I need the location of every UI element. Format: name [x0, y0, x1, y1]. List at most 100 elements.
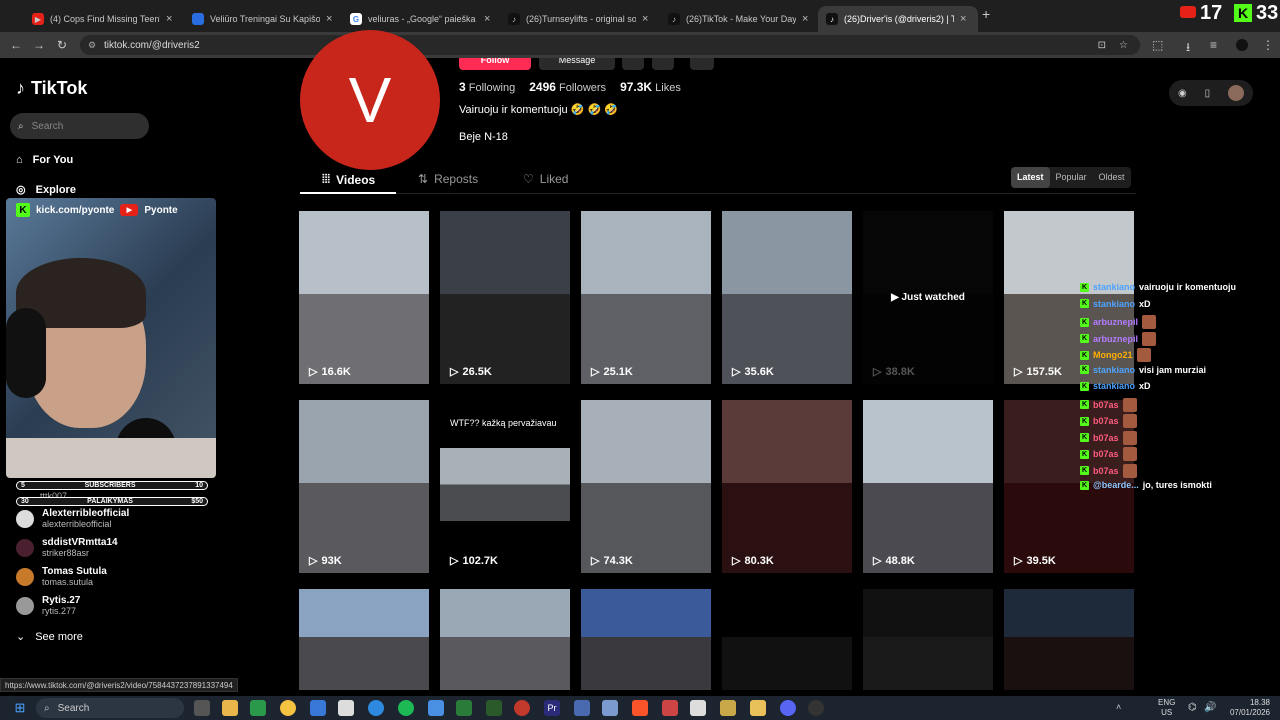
download-icon[interactable]: ⭳	[1186, 38, 1190, 59]
chrome-icon[interactable]	[280, 700, 296, 716]
tab-reposts[interactable]: ⇅ Reposts	[418, 172, 478, 186]
star-icon[interactable]: ☆	[1119, 40, 1128, 51]
close-icon[interactable]: ×	[484, 13, 490, 25]
video-thumbnail[interactable]: ▶ Just watched ▷ 38.8K	[863, 211, 993, 384]
install-icon[interactable]: ⊡	[1098, 40, 1106, 51]
task-view-icon[interactable]	[194, 700, 210, 716]
app-icon[interactable]	[750, 700, 766, 716]
chat-text: xD	[1139, 381, 1151, 391]
edge-icon[interactable]	[368, 700, 384, 716]
extensions-icon[interactable]: ⬚	[1152, 38, 1163, 52]
back-icon[interactable]: ←	[10, 38, 22, 52]
new-tab-button[interactable]: +	[982, 6, 990, 22]
app-icon[interactable]	[602, 700, 618, 716]
clock-time: 18.38	[1249, 698, 1270, 707]
following-account[interactable]: Rytis.27 rytis.277	[16, 595, 80, 616]
following-stat[interactable]: 3 Following	[459, 80, 515, 94]
tiktok-logo[interactable]: ♪ TikTok	[16, 78, 87, 99]
video-thumbnail[interactable]	[299, 589, 429, 690]
language-indicator[interactable]: ENG US	[1158, 698, 1175, 718]
profile-icon[interactable]	[1236, 39, 1248, 51]
video-thumbnail[interactable]: ▷ 93K	[299, 400, 429, 573]
device-icon[interactable]: ▯	[1205, 88, 1211, 99]
close-icon[interactable]: ×	[326, 13, 332, 25]
nav-explore[interactable]: ◎ Explore	[16, 183, 76, 197]
video-thumbnail[interactable]	[440, 589, 570, 690]
app-icon[interactable]	[690, 700, 706, 716]
video-thumbnail[interactable]: ▷ 74.3K	[581, 400, 711, 573]
reload-icon[interactable]: ↻	[57, 38, 67, 52]
sort-oldest[interactable]: Oldest	[1093, 167, 1131, 188]
store-icon[interactable]	[250, 700, 266, 716]
app-icon[interactable]	[338, 700, 354, 716]
brave-icon[interactable]	[632, 700, 648, 716]
video-thumbnail[interactable]: ▷ 48.8K	[863, 400, 993, 573]
tab-title: (4) Cops Find Missing Teen's Bo	[50, 14, 160, 24]
obs-icon[interactable]	[808, 700, 824, 716]
share-button[interactable]	[652, 58, 674, 70]
message-button[interactable]: Message	[539, 58, 615, 70]
app-icon[interactable]	[428, 700, 444, 716]
sort-latest[interactable]: Latest	[1011, 167, 1050, 188]
premiere-icon[interactable]: Pr	[544, 700, 560, 716]
windows-start-icon[interactable]: ⊞	[12, 700, 28, 716]
video-thumbnail[interactable]	[722, 589, 852, 690]
nav-label: For You	[32, 154, 74, 166]
close-icon[interactable]: ×	[960, 13, 966, 25]
video-thumbnail[interactable]: ▷ 26.5K	[440, 211, 570, 384]
followers-stat[interactable]: 2496 Followers	[529, 80, 606, 94]
search-input[interactable]: ⌕ Search	[10, 113, 149, 139]
app-icon[interactable]	[662, 700, 678, 716]
video-thumbnail[interactable]: ▷ 80.3K	[722, 400, 852, 573]
video-thumbnail[interactable]: ▷ 35.6K	[722, 211, 852, 384]
video-thumbnail[interactable]: WTF?? kažką pervažiavau ▷ 102.7K	[440, 400, 570, 573]
tab-label: Videos	[336, 172, 376, 187]
following-account[interactable]: Alexterribleofficial alexterribleofficial	[16, 508, 129, 529]
video-thumbnail[interactable]	[863, 589, 993, 690]
close-icon[interactable]: ×	[802, 13, 808, 25]
clock[interactable]: 18.38 07/01/2026	[1226, 698, 1270, 718]
follow-button[interactable]: Follow	[459, 58, 531, 70]
user-avatar[interactable]	[1228, 85, 1245, 101]
app-icon[interactable]	[720, 700, 736, 716]
browser-tab[interactable]: ▶ (4) Cops Find Missing Teen's Bo ×	[24, 6, 184, 32]
file-explorer-icon[interactable]	[222, 700, 238, 716]
forward-icon[interactable]: →	[33, 38, 45, 52]
video-thumbnail[interactable]: ▷ 25.1K	[581, 211, 711, 384]
close-icon[interactable]: ×	[166, 13, 172, 25]
following-account[interactable]: sddistVRmtta14 striker88asr	[16, 537, 118, 558]
following-account[interactable]: Tomas Sutula tomas.sutula	[16, 566, 107, 587]
app-icon[interactable]	[310, 700, 326, 716]
video-thumbnail[interactable]	[1004, 589, 1134, 690]
app-icon[interactable]	[574, 700, 590, 716]
browser-tab[interactable]: ♪ (26)Turnseylifts - original sound ×	[500, 6, 660, 32]
app-icon[interactable]	[514, 700, 530, 716]
spotify-icon[interactable]	[398, 700, 414, 716]
browser-tab-active[interactable]: ♪ (26)Driver'is (@driveris2) | TikTo ×	[818, 6, 978, 32]
taskbar-search[interactable]: ⌕ Search	[36, 698, 184, 718]
compass-icon[interactable]: ◉	[1178, 88, 1187, 99]
see-more-button[interactable]: ⌄ See more	[16, 630, 83, 644]
media-icon[interactable]: ≡	[1210, 38, 1217, 52]
app-icon[interactable]	[456, 700, 472, 716]
sort-popular[interactable]: Popular	[1050, 167, 1093, 188]
tray-chevron-icon[interactable]: ˄	[1116, 702, 1121, 712]
nav-for-you[interactable]: ⌂ For You	[16, 154, 73, 166]
app-icon[interactable]	[486, 700, 502, 716]
video-thumbnail[interactable]	[581, 589, 711, 690]
more-button[interactable]	[690, 58, 714, 70]
url-field[interactable]: ⚙ tiktok.com/@driveris2 ⊡ ☆	[80, 35, 1140, 55]
site-info-icon[interactable]: ⚙	[88, 40, 96, 51]
video-thumbnail[interactable]: ▷ 16.6K	[299, 211, 429, 384]
tab-liked[interactable]: ♡ Liked	[523, 172, 568, 186]
close-icon[interactable]: ×	[642, 13, 648, 25]
browser-tab[interactable]: Veliūro Treningai Su Kapišonu - ×	[184, 6, 344, 32]
discord-icon[interactable]	[780, 700, 796, 716]
network-icon[interactable]: ⌬	[1188, 702, 1197, 713]
browser-tab[interactable]: G veliuras - „Google“ paieška ×	[342, 6, 502, 32]
add-friend-button[interactable]	[622, 58, 644, 70]
tab-videos[interactable]: ⦙⦙⦙ Videos	[322, 172, 375, 187]
browser-tab[interactable]: ♪ (26)TikTok - Make Your Day ×	[660, 6, 820, 32]
menu-icon[interactable]: ⋮	[1262, 38, 1274, 52]
volume-icon[interactable]: 🔊	[1204, 702, 1216, 713]
